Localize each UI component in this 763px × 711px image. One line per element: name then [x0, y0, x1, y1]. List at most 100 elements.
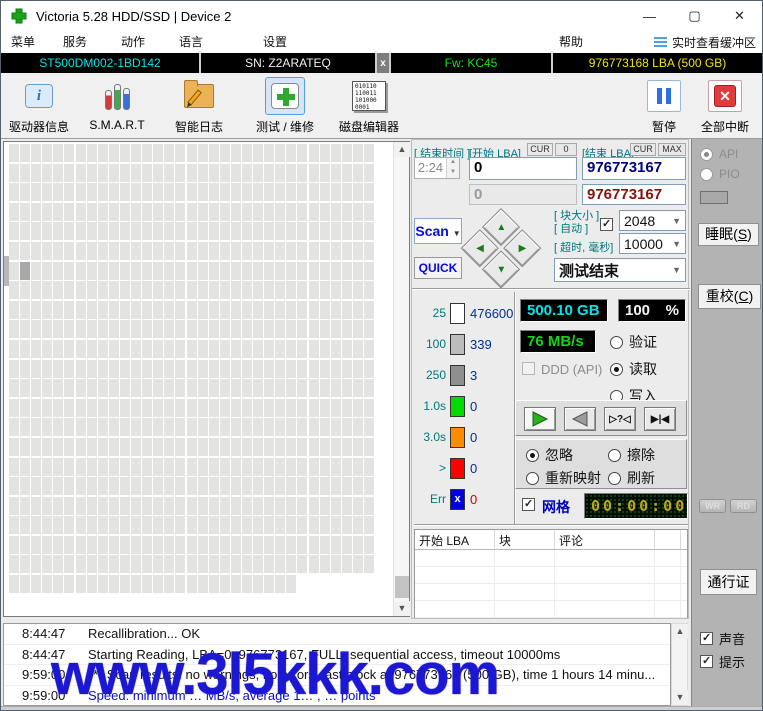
- sleep-button[interactable]: 睡眠(S): [698, 223, 759, 246]
- pause-button[interactable]: 暂停: [637, 77, 691, 135]
- menu-settings[interactable]: 设置: [261, 31, 289, 53]
- grid-label: 网格: [542, 497, 570, 517]
- menu-menu[interactable]: 菜单: [9, 31, 37, 53]
- menu-help[interactable]: 帮助: [557, 31, 585, 53]
- block-cell: [320, 340, 330, 358]
- mode-verify[interactable]: 验证: [610, 332, 657, 352]
- block-row: [9, 320, 375, 338]
- menu-action[interactable]: 动作: [119, 31, 147, 53]
- butterfly-button[interactable]: ▶|◀: [644, 407, 676, 431]
- start-lba-input[interactable]: 0: [469, 157, 577, 180]
- pio-option[interactable]: PIO: [700, 167, 740, 181]
- start-zero-button[interactable]: 0: [555, 143, 577, 156]
- defect-table-header[interactable]: 开始 LBA: [415, 530, 495, 549]
- end-time-spinner[interactable]: 2:24 ▲▼: [414, 157, 460, 179]
- toolbar-button-disk-editor[interactable]: 0101101100111010000001磁盘编辑器: [336, 77, 402, 135]
- toolbar-button-smart[interactable]: S.M.A.R.T: [85, 77, 149, 132]
- block-cell: [164, 575, 174, 593]
- block-cell: [109, 536, 119, 554]
- block-cell: [153, 203, 163, 221]
- recalibrate-button[interactable]: 重校(C): [698, 284, 761, 309]
- block-cell: [120, 262, 130, 280]
- end-max-button[interactable]: MAX: [658, 143, 686, 156]
- watermark: www.3l5kkk.com: [51, 641, 499, 708]
- block-cell: [98, 555, 108, 573]
- block-cell: [109, 262, 119, 280]
- block-row: [9, 242, 375, 260]
- action-remap[interactable]: 重新映射: [526, 468, 601, 488]
- menu-language[interactable]: 语言: [177, 31, 205, 53]
- log-scroll-up-icon[interactable]: ▲: [672, 624, 688, 639]
- hint-option[interactable]: 提示: [700, 652, 745, 671]
- seek-test-button[interactable]: ▷?◁: [604, 407, 636, 431]
- action-refresh[interactable]: 刷新: [608, 468, 655, 488]
- log-scroll-down-icon[interactable]: ▼: [672, 690, 688, 705]
- block-cell: [198, 516, 208, 534]
- scroll-up-icon[interactable]: ▲: [394, 142, 410, 157]
- start-cur-button[interactable]: CUR: [527, 143, 553, 156]
- end-lba-input[interactable]: 976773167: [582, 157, 686, 180]
- auto-checkbox[interactable]: [600, 218, 613, 231]
- quick-button[interactable]: QUICK: [414, 257, 462, 279]
- toolbar-button-smart-log[interactable]: 智能日志: [167, 77, 231, 135]
- block-cell: [164, 222, 174, 240]
- minimize-button[interactable]: —: [627, 1, 672, 31]
- block-cell: [220, 379, 230, 397]
- block-cell: [142, 516, 152, 534]
- timeout-select[interactable]: 10000▼: [619, 233, 686, 254]
- passport-button[interactable]: 通行证: [700, 569, 757, 595]
- block-map-scrollbar[interactable]: ▲ ▼: [393, 142, 409, 616]
- block-cell: [331, 183, 341, 201]
- scroll-down-icon[interactable]: ▼: [394, 601, 410, 616]
- legend-color-block: [450, 427, 465, 448]
- back-button[interactable]: [564, 407, 596, 431]
- block-cell: [309, 555, 319, 573]
- rd-button[interactable]: RD: [730, 499, 757, 513]
- block-cell: [76, 203, 86, 221]
- action-ignore[interactable]: 忽略: [526, 445, 573, 465]
- block-row: [9, 340, 375, 358]
- scroll-thumb[interactable]: [395, 576, 409, 598]
- drive-model[interactable]: ST500DM002-1BD142: [1, 53, 201, 73]
- sound-option[interactable]: 声音: [700, 629, 745, 648]
- defect-table-cell: [415, 584, 495, 600]
- serial-close-icon[interactable]: x: [377, 53, 391, 73]
- ddd-checkbox[interactable]: [522, 362, 535, 375]
- end-cur-button[interactable]: CUR: [630, 143, 656, 156]
- defect-table-header[interactable]: [655, 530, 681, 549]
- api-option[interactable]: API: [700, 147, 738, 161]
- close-button[interactable]: ✕: [717, 1, 762, 31]
- defect-table-header[interactable]: 评论: [555, 530, 655, 549]
- block-size-select[interactable]: 2048▼: [619, 210, 686, 231]
- toolbar-button-test-repair[interactable]: 测试 / 维修: [248, 77, 322, 135]
- grid-checkbox[interactable]: [522, 498, 535, 511]
- play-button[interactable]: [524, 407, 556, 431]
- block-cell: [87, 360, 97, 378]
- block-cell: [31, 340, 41, 358]
- defect-table-cell: [415, 601, 495, 617]
- spin-down-icon[interactable]: ▼: [447, 168, 459, 178]
- toolbar-button-drive-info[interactable]: i驱动器信息: [8, 77, 70, 135]
- toolbar-button-label: 磁盘编辑器: [339, 118, 399, 135]
- block-cell: [297, 281, 307, 299]
- mode-read[interactable]: 读取: [610, 359, 657, 379]
- block-cell: [320, 458, 330, 476]
- defect-table-header[interactable]: 块: [495, 530, 555, 549]
- scan-button[interactable]: Scan ▼: [414, 218, 462, 244]
- end-action-select[interactable]: 测试结束▼: [554, 258, 686, 282]
- spin-up-icon[interactable]: ▲: [447, 158, 459, 168]
- block-cell: [98, 242, 108, 260]
- block-cell: [253, 164, 263, 182]
- log-scrollbar[interactable]: ▲ ▼: [671, 623, 688, 706]
- block-cell: [164, 164, 174, 182]
- action-erase[interactable]: 擦除: [608, 445, 655, 465]
- menu-service[interactable]: 服务: [61, 31, 89, 53]
- block-cell: [331, 438, 341, 456]
- block-cell: [286, 242, 296, 260]
- live-buffer-toggle[interactable]: 实时查看缓冲区: [654, 31, 756, 53]
- block-cell: [320, 360, 330, 378]
- maximize-button[interactable]: ▢: [672, 1, 717, 31]
- wr-button[interactable]: WR: [699, 499, 726, 513]
- block-cell: [9, 262, 19, 280]
- abort-all-button[interactable]: ✕ 全部中断: [693, 77, 757, 135]
